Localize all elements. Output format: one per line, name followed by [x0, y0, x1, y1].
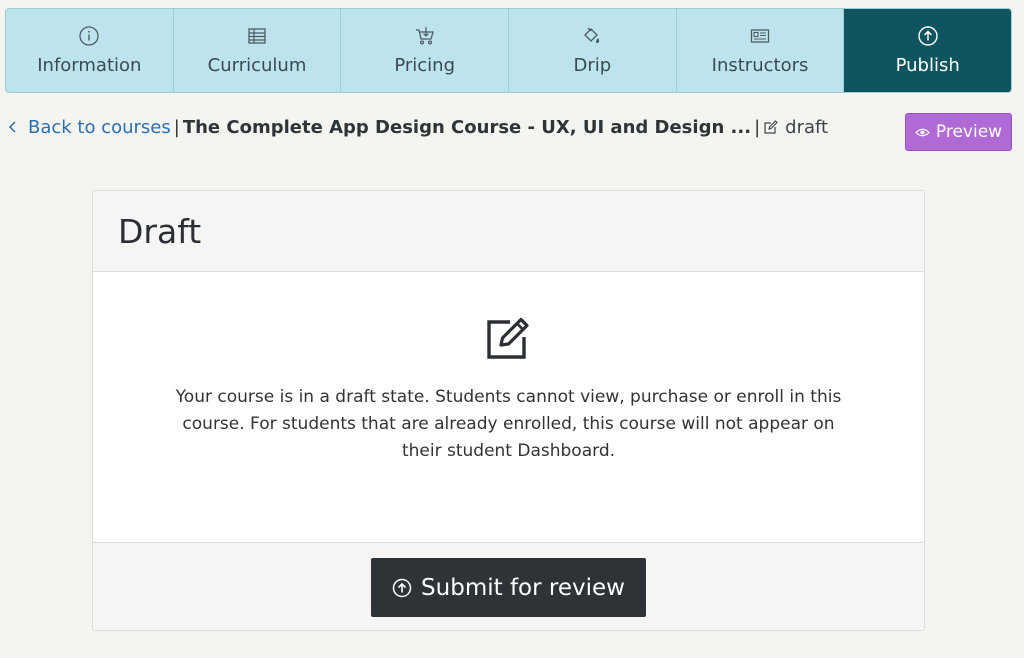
- breadcrumb: Back to courses | The Complete App Desig…: [8, 114, 828, 140]
- back-to-courses-link[interactable]: Back to courses: [8, 117, 171, 138]
- preview-button-label: Preview: [935, 122, 1003, 142]
- id-card-icon: [750, 28, 770, 43]
- card-header: Draft: [93, 191, 924, 272]
- paint-bucket-icon: [584, 27, 600, 43]
- course-status: draft: [763, 117, 828, 138]
- upload-circle-icon: [392, 578, 412, 597]
- tab-pricing-label: Pricing: [394, 54, 456, 76]
- course-editor-tabs: Information Curriculum Pricing Drip Inst…: [5, 8, 1012, 93]
- preview-button[interactable]: Preview: [905, 113, 1012, 151]
- tab-drip-label: Drip: [573, 54, 612, 76]
- back-to-courses-label: Back to courses: [28, 116, 171, 138]
- tab-curriculum[interactable]: Curriculum: [174, 9, 342, 92]
- eye-icon: [915, 128, 930, 136]
- table-icon: [248, 27, 266, 44]
- course-title: The Complete App Design Course - UX, UI …: [182, 116, 752, 138]
- tab-information[interactable]: Information: [6, 9, 174, 92]
- card-footer: Submit for review: [93, 542, 924, 630]
- tab-drip[interactable]: Drip: [509, 9, 677, 92]
- edit-icon: [764, 119, 778, 134]
- chevron-left-icon: [8, 121, 16, 133]
- tab-instructors[interactable]: Instructors: [677, 9, 845, 92]
- submit-for-review-label: Submit for review: [421, 574, 625, 601]
- tab-publish[interactable]: Publish: [844, 9, 1011, 92]
- draft-status-card: Draft Your course is in a draft state. S…: [92, 190, 925, 631]
- upload-circle-icon: [917, 25, 938, 46]
- card-title: Draft: [118, 211, 202, 251]
- tab-information-label: Information: [37, 54, 142, 76]
- course-status-label: draft: [785, 116, 829, 138]
- breadcrumb-separator: |: [173, 116, 180, 138]
- tab-instructors-label: Instructors: [711, 54, 809, 76]
- card-body: Your course is in a draft state. Student…: [93, 272, 924, 542]
- breadcrumb-separator: |: [754, 116, 761, 138]
- info-circle-icon: [79, 25, 99, 46]
- tab-pricing[interactable]: Pricing: [341, 9, 510, 92]
- tab-publish-label: Publish: [895, 54, 960, 76]
- cart-icon: [415, 26, 434, 45]
- edit-icon: [486, 317, 529, 359]
- draft-message: Your course is in a draft state. Student…: [175, 387, 842, 461]
- tab-curriculum-label: Curriculum: [207, 54, 307, 76]
- submit-for-review-button[interactable]: Submit for review: [371, 558, 646, 617]
